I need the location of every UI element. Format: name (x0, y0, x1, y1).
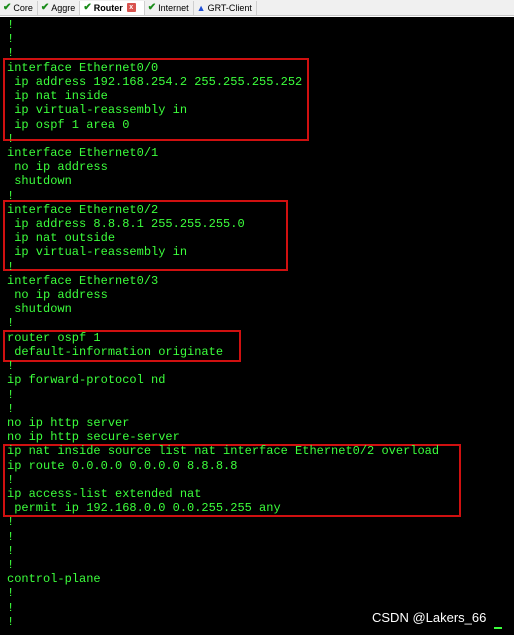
terminal-line: no ip http server (7, 415, 130, 430)
terminal-line: ip nat inside source list nat interface … (7, 444, 440, 459)
terminal-line: ip nat inside (7, 89, 108, 104)
terminal-line: ! (7, 543, 15, 558)
tab-bar: ✔ Core ✔ Aggre ✔ Router x ✔ Internet ▲ G… (0, 0, 514, 16)
terminal-line: ip nat outside (7, 231, 116, 246)
terminal-line: interface Ethernet0/1 (7, 145, 159, 160)
terminal-line: interface Ethernet0/2 (7, 202, 159, 217)
terminal-line: ! (7, 586, 15, 601)
terminal-line: interface Ethernet0/0 (7, 60, 159, 75)
terminal-line: shutdown (7, 302, 72, 317)
terminal-line: ! (7, 359, 15, 373)
terminal-line: ! (7, 614, 15, 629)
check-icon: ✔ (83, 1, 92, 13)
terminal-line: ! (7, 558, 15, 572)
terminal-line: ! (7, 131, 15, 146)
terminal-line: router ospf 1 (7, 330, 101, 345)
tab-label: GRT-Client (207, 2, 252, 13)
tab-aggre[interactable]: ✔ Aggre (38, 0, 81, 15)
terminal-line: ! (7, 529, 15, 544)
warning-triangle-icon: ▲ (196, 2, 206, 13)
tab-label: Core (13, 2, 33, 13)
tab-internet[interactable]: ✔ Internet (145, 0, 194, 15)
tab-label: Router (93, 2, 123, 13)
tab-core[interactable]: ✔ Core (0, 0, 38, 15)
terminal-line: ip access-list extended nat (7, 486, 202, 501)
terminal-line: ! (7, 259, 15, 274)
terminal-line: ip ospf 1 area 0 (7, 117, 130, 132)
terminal-line: no ip address (7, 288, 108, 302)
terminal-output[interactable]: !!! interface Ethernet0/0 ip address 192.… (0, 17, 514, 635)
check-icon: ✔ (40, 1, 50, 13)
terminal-line: ! (7, 46, 15, 61)
terminal-line: ip virtual-reassembly in (7, 103, 188, 118)
terminal-line: interface Ethernet0/3 (7, 273, 159, 288)
terminal-line: permit ip 192.168.0.0 0.0.255.255 any (7, 501, 281, 516)
terminal-line: ! (7, 32, 15, 47)
terminal-line: no ip address (7, 160, 108, 175)
terminal-line: ! (7, 515, 15, 530)
close-tab-icon[interactable]: x (126, 3, 136, 12)
terminal-line: ! (7, 472, 15, 487)
check-icon: ✔ (147, 1, 157, 13)
terminal-line: ! (7, 401, 15, 416)
terminal-line: ip virtual-reassembly in (7, 245, 188, 260)
tab-grt-client[interactable]: ▲ GRT-Client (194, 0, 257, 15)
tab-router[interactable]: ✔ Router x (80, 0, 145, 15)
terminal-line: ! (7, 316, 15, 331)
terminal-line: ! (7, 188, 15, 203)
terminal-line: shutdown (7, 174, 72, 189)
tab-label: Aggre (51, 2, 76, 13)
terminal-line: default-information originate (7, 344, 224, 359)
terminal-line: ip address 8.8.8.1 255.255.255.0 (7, 216, 245, 231)
tab-label: Internet (158, 2, 189, 13)
terminal-line: ! (7, 387, 15, 402)
terminal-line: ip route 0.0.0.0 0.0.0.0 8.8.8.8 (7, 458, 238, 473)
terminal-cursor (494, 627, 502, 629)
terminal-line: ip forward-protocol nd (7, 373, 166, 388)
terminal-line: ! (7, 18, 15, 32)
check-icon: ✔ (3, 1, 12, 13)
terminal-line: ! (7, 600, 15, 615)
watermark: CSDN @Lakers_66 (372, 610, 487, 625)
terminal-line: ip address 192.168.254.2 255.255.255.252 (7, 74, 303, 89)
terminal-line: no ip http secure-server (7, 430, 180, 445)
terminal-line: control-plane (7, 572, 101, 587)
